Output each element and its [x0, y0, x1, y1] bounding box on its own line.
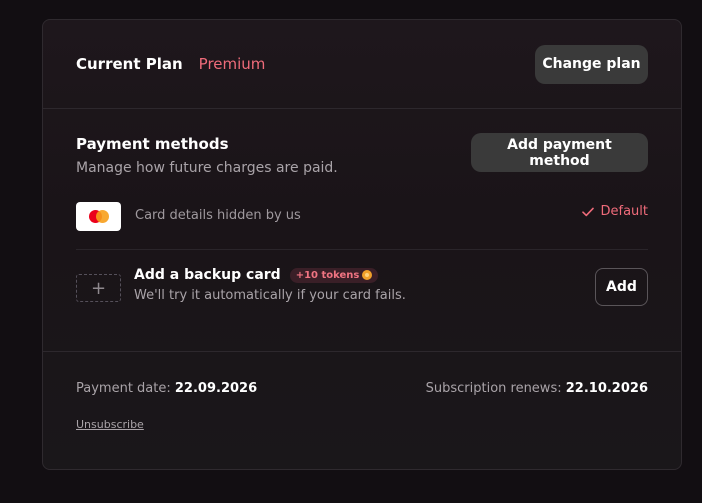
check-icon	[581, 207, 594, 217]
payment-date: Payment date: 22.09.2026	[76, 381, 257, 396]
payment-methods-heading: Payment methods Manage how future charge…	[76, 133, 338, 176]
billing-dates: Payment date: 22.09.2026 Subscription re…	[76, 381, 648, 396]
renewal-date: Subscription renews: 22.10.2026	[426, 381, 648, 396]
default-label: Default	[600, 204, 649, 219]
plan-name: Premium	[198, 55, 266, 73]
mastercard-yellow-circle	[96, 210, 109, 223]
backup-title-line: Add a backup card +10 tokens	[134, 267, 406, 283]
plus-icon[interactable]: +	[76, 274, 121, 302]
plan-header: Current Plan Premium Change plan	[43, 20, 681, 109]
card-details-text: Card details hidden by us	[135, 208, 301, 223]
mastercard-icon	[76, 202, 121, 231]
payment-methods-title: Payment methods	[76, 135, 229, 153]
payment-methods-description: Manage how future charges are paid.	[76, 160, 338, 176]
current-plan-label: Current Plan	[76, 55, 183, 73]
add-backup-wrap: Add	[595, 268, 648, 306]
add-payment-method-button[interactable]: Add payment method	[471, 133, 648, 172]
tokens-badge: +10 tokens	[289, 267, 379, 283]
billing-footer: Payment date: 22.09.2026 Subscription re…	[43, 352, 681, 469]
unsubscribe-link[interactable]: Unsubscribe	[76, 418, 144, 431]
backup-card-description: We'll try it automatically if your card …	[134, 288, 406, 303]
payment-methods-section: Payment methods Manage how future charge…	[43, 109, 681, 352]
add-backup-card-button[interactable]: Add	[595, 268, 648, 306]
coin-icon	[362, 270, 373, 280]
change-plan-button[interactable]: Change plan	[535, 44, 648, 84]
saved-card-row: Card details hidden by us Default	[76, 198, 648, 250]
payment-methods-header: Payment methods Manage how future charge…	[76, 133, 648, 176]
backup-card-title: Add a backup card	[134, 267, 281, 283]
tokens-badge-label: +10 tokens	[295, 269, 360, 281]
renewal-date-label: Subscription renews:	[425, 381, 562, 396]
payment-date-label: Payment date:	[76, 381, 171, 396]
backup-card-info: Add a backup card +10 tokens We'll try i…	[134, 267, 406, 303]
subscription-card: Current Plan Premium Change plan Payment…	[42, 19, 682, 470]
current-plan-info: Current Plan Premium	[76, 55, 265, 73]
payment-date-value: 22.09.2026	[174, 381, 258, 396]
renewal-date-value: 22.10.2026	[565, 381, 648, 396]
default-badge: Default	[581, 204, 649, 219]
backup-card-row: + Add a backup card +10 tokens We'll try…	[76, 250, 648, 322]
